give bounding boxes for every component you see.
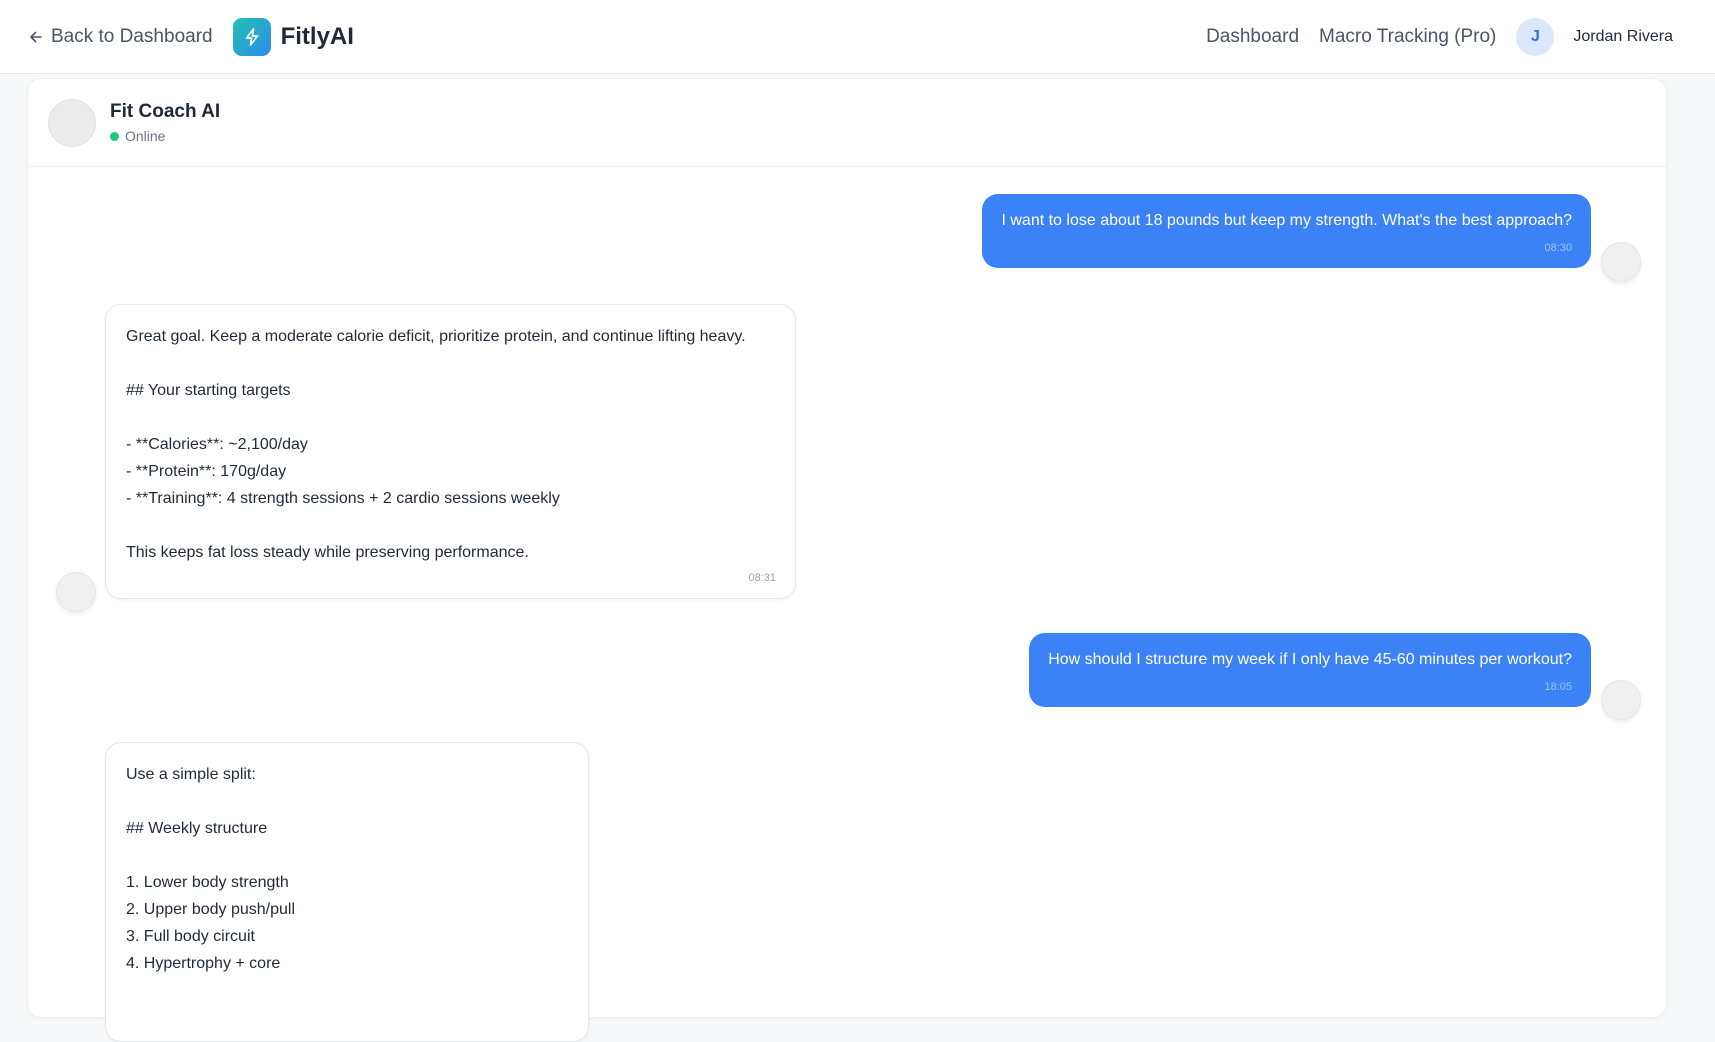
user-message-avatar [1601, 680, 1641, 720]
brand-logo [232, 17, 271, 56]
message-line [126, 404, 776, 431]
message-line: 1. Lower body strength [126, 874, 289, 891]
ai-message-avatar [56, 572, 96, 612]
message-time: 08:30 [1544, 242, 1572, 254]
message-line: - **Calories**: ~2,100/day [126, 436, 308, 453]
message-line [126, 512, 776, 539]
message-line: Use a simple split: [126, 766, 256, 783]
back-to-dashboard-link[interactable]: Back to Dashboard [28, 26, 213, 48]
chat-header: Fit Coach AI Online [28, 79, 1666, 167]
coach-status: Online [110, 128, 220, 144]
user-message-avatar [1601, 242, 1641, 282]
message-line [126, 788, 569, 815]
message-line: ## Weekly structure [126, 820, 268, 837]
message-time: 08:31 [748, 572, 776, 584]
user-avatar[interactable]: J [1516, 17, 1555, 56]
status-label: Online [125, 128, 166, 144]
coach-name: Fit Coach AI [110, 101, 221, 122]
message-text: I want to lose about 18 pounds but keep … [1001, 212, 1572, 229]
message-line: - **Training**: 4 strength sessions + 2 … [126, 490, 560, 507]
message-line: - **Protein**: 170g/day [126, 463, 287, 480]
back-link-label: Back to Dashboard [51, 25, 213, 47]
user-message: I want to lose about 18 pounds but keep … [982, 194, 1591, 268]
user-name[interactable]: Jordan Rivera [1573, 28, 1673, 46]
message-line: This keeps fat loss steady while preserv… [126, 544, 529, 561]
chat-panel: Fit Coach AI Online I want to lose about… [27, 78, 1667, 1042]
lightning-bolt-icon [245, 27, 258, 46]
ai-message: Use a simple split: ## Weekly structure … [105, 742, 589, 1042]
message-line: 2. Upper body push/pull [126, 901, 295, 918]
message-time: 18:05 [1544, 681, 1572, 693]
brand-name: FitlyAI [280, 22, 354, 50]
message-line: ## Your starting targets [126, 382, 291, 399]
user-message: How should I structure my week if I only… [1029, 633, 1591, 707]
message-line: 3. Full body circuit [126, 928, 255, 945]
message-line [126, 350, 776, 377]
coach-info: Fit Coach AI Online [110, 101, 220, 144]
nav-right: Dashboard Macro Tracking (Pro) J Jordan … [1186, 17, 1687, 56]
message-line [126, 842, 569, 869]
arrow-left-icon [30, 31, 42, 42]
message-line: 4. Hypertrophy + core [126, 955, 281, 972]
message-text: How should I structure my week if I only… [1048, 651, 1572, 668]
nav-link-dashboard[interactable]: Dashboard [1206, 26, 1299, 48]
nav-link-macro-tracking[interactable]: Macro Tracking (Pro) [1319, 26, 1496, 48]
coach-avatar [48, 98, 96, 147]
brand[interactable]: FitlyAI [232, 17, 354, 56]
ai-message: Great goal. Keep a moderate calorie defi… [105, 304, 796, 599]
online-status-dot [110, 131, 119, 141]
message-line: Great goal. Keep a moderate calorie defi… [126, 328, 746, 345]
top-navigation-bar: Back to Dashboard FitlyAI Dashboard Macr… [0, 0, 1715, 74]
